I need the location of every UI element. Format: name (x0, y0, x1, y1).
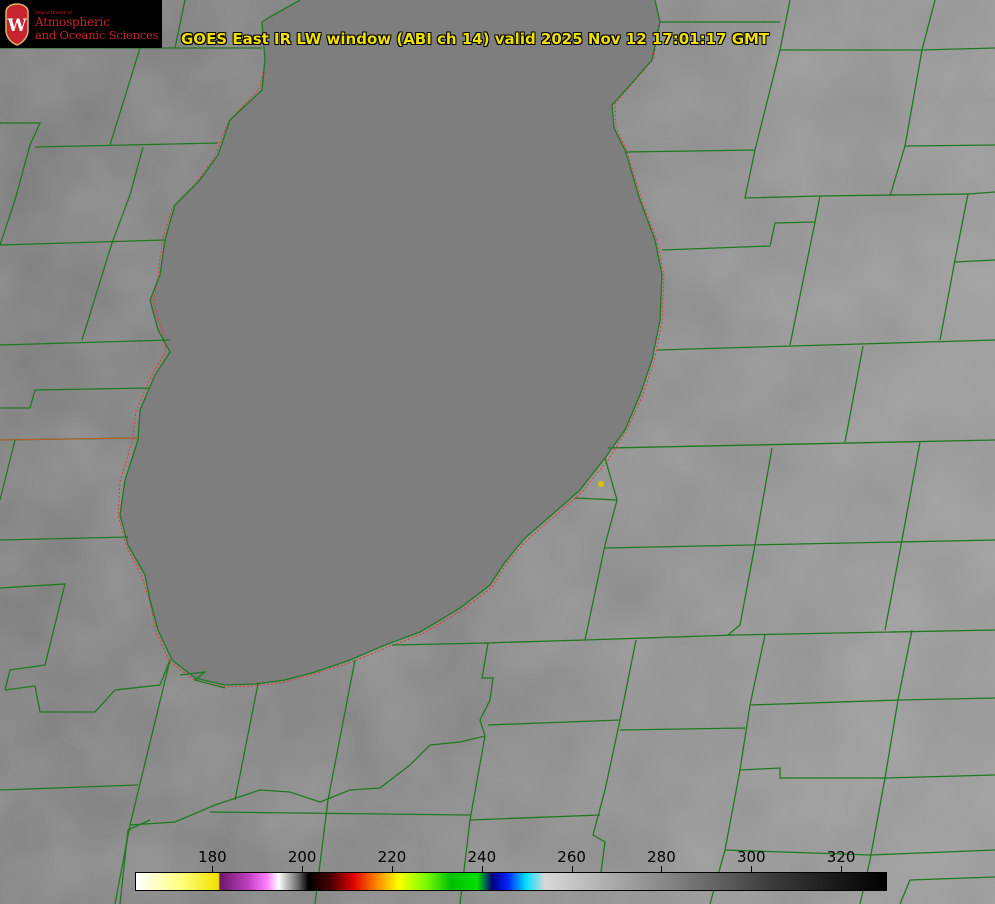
ir-satellite-map (0, 0, 995, 904)
colorbar-tick-label: 220 (377, 848, 407, 866)
station-marker (598, 481, 604, 487)
colorbar-tick-label: 260 (557, 848, 586, 866)
colorbar-tick-label: 180 (198, 848, 227, 866)
colorbar-tick-label: 280 (647, 848, 676, 866)
colorbar-tick-mark (751, 866, 753, 872)
colorbar-tick-mark (391, 866, 393, 872)
colorbar-tick-mark (481, 866, 483, 872)
colorbar-tick-label: 240 (467, 848, 497, 866)
colorbar-tick-label: 300 (736, 848, 766, 866)
logo-line-2: and Oceanic Sciences (35, 28, 159, 42)
logo: W Department of Atmospheric and Oceanic … (0, 0, 162, 48)
map-title: GOES East IR LW window (ABI ch 14) valid… (181, 30, 770, 48)
colorbar-tick-mark (571, 866, 573, 872)
colorbar-tick-label: 200 (287, 848, 317, 866)
logo-line-1: Atmospheric (35, 15, 110, 29)
colorbar-tick-mark (841, 866, 843, 872)
colorbar-tick-mark (661, 866, 663, 872)
colorbar (135, 872, 887, 891)
satellite-map-view: W Department of Atmospheric and Oceanic … (0, 0, 995, 904)
colorbar-tick-mark (212, 866, 214, 872)
colorbar-tick-mark (302, 866, 304, 872)
colorbar-tick-label: 320 (826, 848, 856, 866)
uw-seal-icon: W (5, 3, 29, 46)
seal-letter: W (6, 16, 27, 36)
